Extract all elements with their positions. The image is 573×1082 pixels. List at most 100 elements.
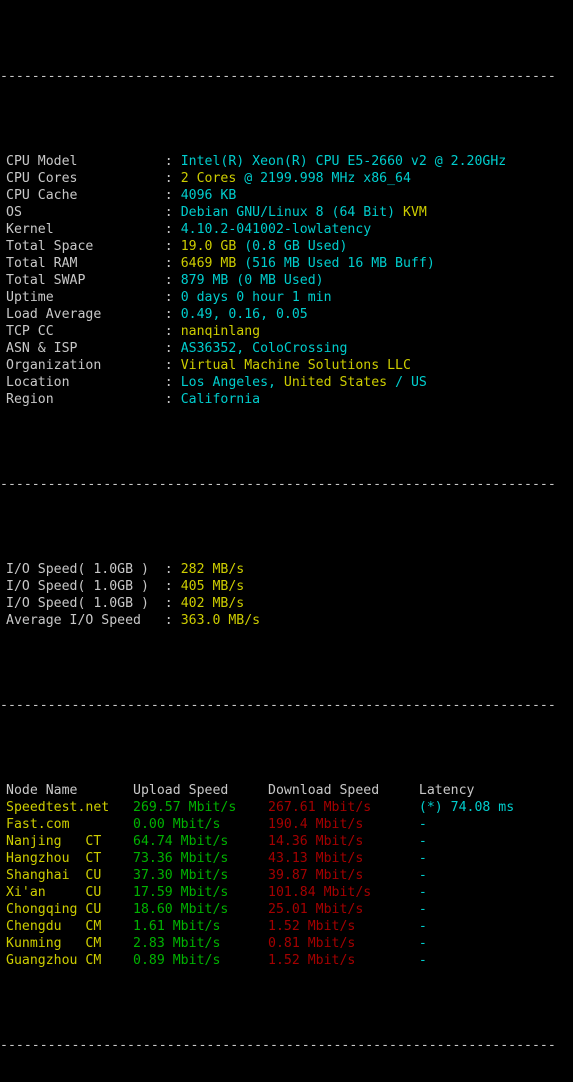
sysinfo-row: Total SWAP : 879 MB (0 MB Used) [0,272,573,289]
speedtest-upload-speed: 64.74 Mbit/s [133,834,269,849]
divider-after-io: ----------------------------------------… [0,698,556,713]
sysinfo-value: 4096 KB [180,188,237,203]
io-test-value: 282 MB/s [180,562,245,577]
sysinfo-colon: : [164,341,181,356]
sysinfo-label: Organization [6,358,165,373]
sysinfo-label: Total SWAP [6,273,165,288]
io-test-colon: : [164,579,181,594]
speedtest-latency: - [418,919,427,934]
io-test-label: I/O Speed( 1.0GB ) [6,562,165,577]
speedtest-node-name: Shanghai CU [6,868,134,883]
speedtest-upload-speed: 17.59 Mbit/s [133,885,269,900]
speedtest-upload-speed: 2.83 Mbit/s [133,936,269,951]
sysinfo-row: Region : California [0,391,573,408]
speedtest-upload-speed: 73.36 Mbit/s [133,851,269,866]
sysinfo-colon: : [164,222,181,237]
speedtest-download-speed: 190.4 Mbit/s [268,817,419,832]
speedtest-download-speed: 101.84 Mbit/s [268,885,419,900]
io-test-row: I/O Speed( 1.0GB ) : 405 MB/s [0,578,573,595]
sysinfo-row: TCP CC : nanqinlang [0,323,573,340]
sysinfo-value: AS36352, ColoCrossing [180,341,348,356]
io-test-row: I/O Speed( 1.0GB ) : 282 MB/s [0,561,573,578]
speedtest-row: Fast.com 0.00 Mbit/s 190.4 Mbit/s - [0,816,573,833]
speedtest-block: Node Name Upload Speed Download Speed La… [0,782,573,969]
speedtest-upload-speed: 18.60 Mbit/s [133,902,269,917]
sysinfo-row: Total RAM : 6469 MB (516 MB Used 16 MB B… [0,255,573,272]
speedtest-node-name: Chengdu CM [6,919,134,934]
speedtest-download-speed: 14.36 Mbit/s [268,834,419,849]
sysinfo-colon: : [164,307,181,322]
sysinfo-label: Region [6,392,165,407]
sysinfo-value: 6469 MB (516 MB Used 16 MB Buff) [180,256,435,271]
sysinfo-colon: : [164,358,181,373]
speedtest-row: Kunming CM 2.83 Mbit/s 0.81 Mbit/s - [0,935,573,952]
terminal-output[interactable]: ----------------------------------------… [0,0,573,1053]
sysinfo-label: OS [6,205,165,220]
header-node-name: Node Name [6,783,134,798]
sysinfo-row: CPU Model : Intel(R) Xeon(R) CPU E5-2660… [0,153,573,170]
speedtest-download-speed: 43.13 Mbit/s [268,851,419,866]
sysinfo-value: 0.49, 0.16, 0.05 [180,307,308,322]
sysinfo-value: 879 MB (0 MB Used) [180,273,324,288]
sysinfo-row: Location : Los Angeles, United States / … [0,374,573,391]
speedtest-row: Guangzhou CM 0.89 Mbit/s 1.52 Mbit/s - [0,952,573,969]
speedtest-upload-speed: 37.30 Mbit/s [133,868,269,883]
sysinfo-value: 4.10.2-041002-lowlatency [180,222,372,237]
sysinfo-label: Load Average [6,307,165,322]
speedtest-row: Hangzhou CT 73.36 Mbit/s 43.13 Mbit/s - [0,850,573,867]
io-test-value: 405 MB/s [180,579,245,594]
sysinfo-row: OS : Debian GNU/Linux 8 (64 Bit) KVM [0,204,573,221]
sysinfo-colon: : [164,375,181,390]
speedtest-latency: - [418,868,427,883]
sysinfo-label: Uptime [6,290,165,305]
speedtest-node-name: Chongqing CU [6,902,134,917]
divider-top: ----------------------------------------… [0,69,556,84]
sysinfo-colon: : [164,188,181,203]
speedtest-node-name: Guangzhou CM [6,953,134,968]
speedtest-download-speed: 0.81 Mbit/s [268,936,419,951]
sysinfo-label: CPU Cache [6,188,165,203]
speedtest-download-speed: 1.52 Mbit/s [268,919,419,934]
io-test-row: Average I/O Speed : 363.0 MB/s [0,612,573,629]
header-latency: Latency [418,783,475,798]
io-test-row: I/O Speed( 1.0GB ) : 402 MB/s [0,595,573,612]
speedtest-latency: - [418,834,427,849]
speedtest-latency: - [418,953,427,968]
speedtest-node-name: Speedtest.net [6,800,134,815]
sysinfo-row: ASN & ISP : AS36352, ColoCrossing [0,340,573,357]
sysinfo-value: Debian GNU/Linux 8 (64 Bit) KVM [180,205,427,220]
speedtest-upload-speed: 0.00 Mbit/s [133,817,269,832]
speedtest-latency: (*) 74.08 ms [418,800,515,815]
speedtest-row: Chengdu CM 1.61 Mbit/s 1.52 Mbit/s - [0,918,573,935]
io-test-block: I/O Speed( 1.0GB ) : 282 MB/s I/O Speed( … [0,561,573,629]
sysinfo-value: 19.0 GB (0.8 GB Used) [180,239,348,254]
sysinfo-row: Kernel : 4.10.2-041002-lowlatency [0,221,573,238]
sysinfo-label: Total RAM [6,256,165,271]
sysinfo-label: TCP CC [6,324,165,339]
speedtest-header-row: Node Name Upload Speed Download Speed La… [0,782,573,799]
speedtest-row: Shanghai CU 37.30 Mbit/s 39.87 Mbit/s - [0,867,573,884]
sysinfo-row: Total Space : 19.0 GB (0.8 GB Used) [0,238,573,255]
speedtest-download-speed: 39.87 Mbit/s [268,868,419,883]
sysinfo-label: Total Space [6,239,165,254]
io-test-label: I/O Speed( 1.0GB ) [6,596,165,611]
sysinfo-label: Location [6,375,165,390]
speedtest-download-speed: 25.01 Mbit/s [268,902,419,917]
speedtest-download-speed: 267.61 Mbit/s [268,800,419,815]
sysinfo-value: Los Angeles, United States / US [180,375,427,390]
sysinfo-colon: : [164,171,181,186]
header-download-speed: Download Speed [268,783,419,798]
io-test-label: I/O Speed( 1.0GB ) [6,579,165,594]
speedtest-latency: - [418,851,427,866]
sysinfo-row: Organization : Virtual Machine Solutions… [0,357,573,374]
io-test-colon: : [164,613,181,628]
speedtest-node-name: Fast.com [6,817,134,832]
speedtest-upload-speed: 0.89 Mbit/s [133,953,269,968]
sysinfo-value: Virtual Machine Solutions LLC [180,358,411,373]
speedtest-row: Chongqing CU 18.60 Mbit/s 25.01 Mbit/s - [0,901,573,918]
header-upload-speed: Upload Speed [133,783,269,798]
sysinfo-label: CPU Cores [6,171,165,186]
sysinfo-colon: : [164,392,181,407]
speedtest-upload-speed: 1.61 Mbit/s [133,919,269,934]
divider-bottom: ----------------------------------------… [0,1038,556,1053]
